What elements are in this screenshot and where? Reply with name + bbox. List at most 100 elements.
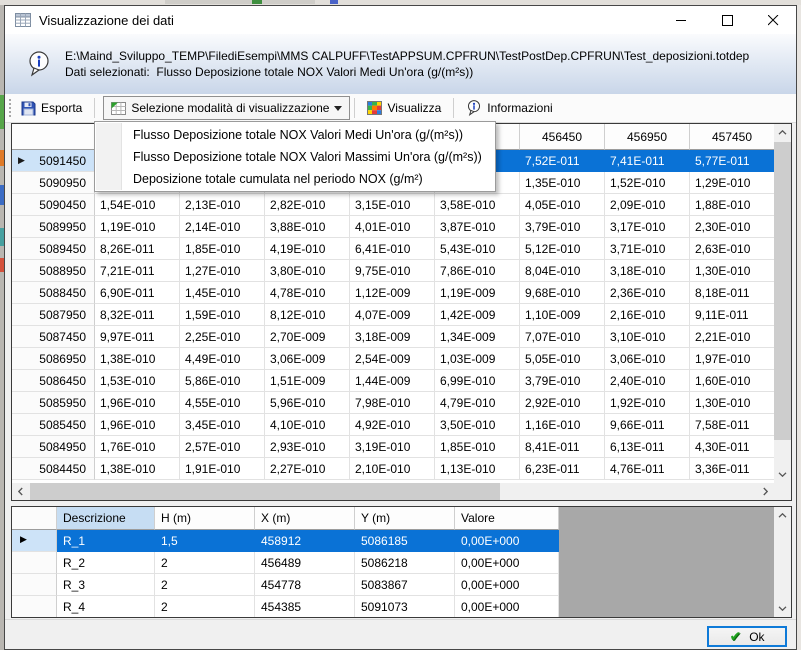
grid-cell[interactable]: 4,10E-010 (265, 414, 350, 436)
grid-row-header[interactable]: 5086450 (12, 370, 95, 392)
grid-cell[interactable]: 1,59E-010 (180, 304, 265, 326)
grid-cell[interactable]: 3,58E-010 (435, 194, 520, 216)
visualize-button[interactable]: Visualizza (359, 96, 449, 120)
grid-cell[interactable]: 2,36E-010 (605, 282, 690, 304)
dropdown-item[interactable]: Flusso Deposizione totale NOX Valori Med… (95, 124, 495, 146)
grid-cell[interactable]: 1,42E-009 (435, 304, 520, 326)
grid-cell[interactable]: 1,45E-010 (180, 282, 265, 304)
grid-cell[interactable]: 3,36E-011 (690, 458, 774, 480)
grid-cell[interactable]: 3,50E-010 (435, 414, 520, 436)
receptor-cell[interactable]: 2 (155, 574, 255, 596)
grid-cell[interactable]: 1,85E-010 (180, 238, 265, 260)
grid-cell[interactable]: 1,88E-010 (690, 194, 774, 216)
grid-cell[interactable]: 1,16E-010 (520, 414, 605, 436)
mode-select-button[interactable]: Selezione modalità di visualizzazione (103, 96, 350, 120)
grid-cell[interactable]: 5,77E-011 (690, 150, 774, 172)
receptor-column-header[interactable]: H (m) (155, 507, 255, 530)
grid-row-header[interactable]: 5087450 (12, 326, 95, 348)
receptor-cell[interactable]: 0,00E+000 (455, 574, 559, 596)
grid-cell[interactable]: 4,01E-010 (350, 216, 435, 238)
grid-cell[interactable]: 1,97E-010 (690, 348, 774, 370)
grid-cell[interactable]: 8,26E-011 (95, 238, 180, 260)
grid-cell[interactable]: 2,16E-010 (605, 304, 690, 326)
grid-cell[interactable]: 6,23E-011 (520, 458, 605, 480)
grid-row-header[interactable]: 5090450 (12, 194, 95, 216)
receptor-column-header[interactable]: X (m) (255, 507, 355, 530)
grid-cell[interactable]: 3,15E-010 (350, 194, 435, 216)
receptor-cell[interactable]: 5086185 (355, 530, 455, 552)
grid-cell[interactable]: 4,79E-010 (435, 392, 520, 414)
grid-cell[interactable]: 6,90E-011 (95, 282, 180, 304)
receptor-cell[interactable]: 1,5 (155, 530, 255, 552)
scroll-left-button[interactable] (12, 483, 29, 500)
grid-row-header[interactable]: 5088950 (12, 260, 95, 282)
receptor-cell[interactable]: 454778 (255, 574, 355, 596)
grid-cell[interactable]: 3,71E-010 (605, 238, 690, 260)
grid-cell[interactable]: 2,14E-010 (180, 216, 265, 238)
receptor-cell[interactable]: 0,00E+000 (455, 596, 559, 617)
grid-cell[interactable]: 3,45E-010 (180, 414, 265, 436)
grid-cell[interactable]: 1,03E-009 (435, 348, 520, 370)
receptor-column-header[interactable]: Descrizione (57, 507, 155, 530)
grid-cell[interactable]: 9,97E-011 (95, 326, 180, 348)
grid-cell[interactable]: 1,35E-010 (520, 172, 605, 194)
scroll-down-button[interactable] (774, 600, 791, 617)
grid-cell[interactable]: 5,96E-010 (265, 392, 350, 414)
grid-cell[interactable]: 2,57E-010 (180, 436, 265, 458)
scroll-thumb[interactable] (774, 142, 791, 440)
grid-cell[interactable]: 4,49E-010 (180, 348, 265, 370)
receptor-cell[interactable]: R_3 (57, 574, 155, 596)
scroll-up-button[interactable] (774, 124, 791, 141)
ok-button[interactable]: ✔ Ok (707, 626, 787, 647)
grid-row-header[interactable]: 5090950 (12, 172, 95, 194)
grid-row-header[interactable]: 5089450 (12, 238, 95, 260)
grid-cell[interactable]: 1,12E-009 (350, 282, 435, 304)
grid-cell[interactable]: 9,68E-010 (520, 282, 605, 304)
maximize-button[interactable] (704, 6, 750, 34)
grid-row-header[interactable]: 5089950 (12, 216, 95, 238)
grid-cell[interactable]: 4,30E-011 (690, 436, 774, 458)
grid-cell[interactable]: 1,91E-010 (180, 458, 265, 480)
grid-cell[interactable]: 1,10E-009 (520, 304, 605, 326)
receptor-row-marker[interactable] (12, 574, 57, 596)
receptor-cell[interactable]: 458912 (255, 530, 355, 552)
grid-cell[interactable]: 2,93E-010 (265, 436, 350, 458)
grid-row-header[interactable]: 5085450 (12, 414, 95, 436)
grid-cell[interactable]: 8,32E-011 (95, 304, 180, 326)
grid-cell[interactable]: 1,44E-009 (350, 370, 435, 392)
grid-cell[interactable]: 3,80E-010 (265, 260, 350, 282)
receptor-cell[interactable]: R_4 (57, 596, 155, 617)
grid-cell[interactable]: 1,29E-010 (690, 172, 774, 194)
grid-cell[interactable]: 1,92E-010 (605, 392, 690, 414)
grid-cell[interactable]: 9,11E-011 (690, 304, 774, 326)
grid-cell[interactable]: 8,41E-011 (520, 436, 605, 458)
receptor-cell[interactable]: 5083867 (355, 574, 455, 596)
grid-cell[interactable]: 9,75E-010 (350, 260, 435, 282)
grid-cell[interactable]: 2,09E-010 (605, 194, 690, 216)
receptor-row-marker[interactable] (12, 596, 57, 617)
grid-cell[interactable]: 3,10E-010 (605, 326, 690, 348)
grid-cell[interactable]: 7,21E-011 (95, 260, 180, 282)
grid-cell[interactable]: 8,18E-011 (690, 282, 774, 304)
grid-cell[interactable]: 3,88E-010 (265, 216, 350, 238)
grid-cell[interactable]: 2,54E-009 (350, 348, 435, 370)
grid-cell[interactable]: 7,58E-011 (690, 414, 774, 436)
grid-cell[interactable]: 7,86E-010 (435, 260, 520, 282)
grid-cell[interactable]: 2,82E-010 (265, 194, 350, 216)
grid-cell[interactable]: 1,19E-010 (95, 216, 180, 238)
v-scrollbar[interactable] (774, 124, 791, 483)
grid-cell[interactable]: 1,19E-009 (435, 282, 520, 304)
grid-cell[interactable]: 2,21E-010 (690, 326, 774, 348)
scroll-right-button[interactable] (757, 483, 774, 500)
grid-cell[interactable]: 2,40E-010 (605, 370, 690, 392)
grid-cell[interactable]: 7,41E-011 (605, 150, 690, 172)
receptor-cell[interactable]: 0,00E+000 (455, 552, 559, 574)
receptor-v-scrollbar[interactable] (774, 507, 791, 617)
grid-cell[interactable]: 1,51E-009 (265, 370, 350, 392)
grid-cell[interactable]: 2,30E-010 (690, 216, 774, 238)
receptor-column-header[interactable]: Valore (455, 507, 559, 530)
grid-row-header[interactable]: 5091450▶ (12, 150, 95, 172)
h-scrollbar[interactable] (12, 483, 774, 500)
grid-cell[interactable]: 5,05E-010 (520, 348, 605, 370)
grid-cell[interactable]: 1,96E-010 (95, 392, 180, 414)
